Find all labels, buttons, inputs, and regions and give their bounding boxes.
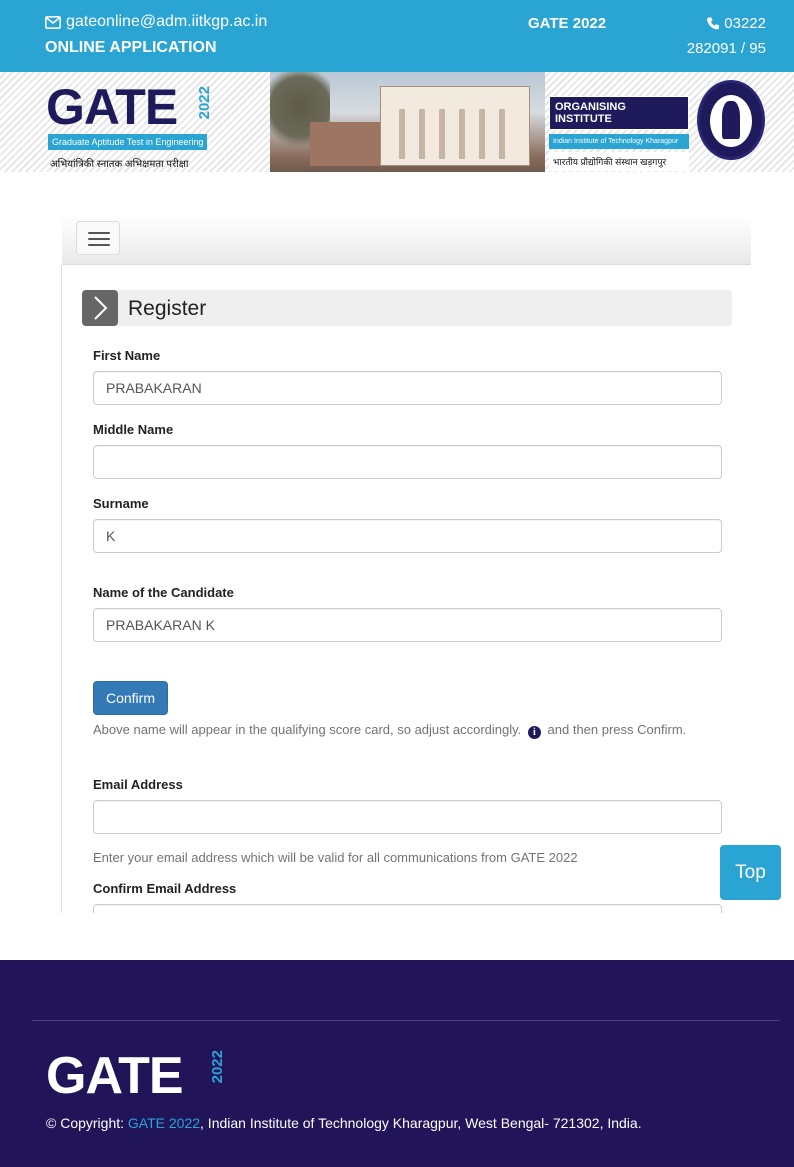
gate-logo-hindi: अभियांत्रिकी स्नातक अभिक्षमता परीक्षा	[50, 159, 189, 170]
middle-name-input[interactable]	[93, 445, 722, 479]
middle-name-label: Middle Name	[93, 422, 174, 437]
email-text[interactable]: gateonline@adm.iitkgp.ac.in	[66, 13, 267, 31]
back-to-top-button[interactable]: Top	[720, 845, 781, 900]
navbar	[62, 215, 751, 265]
gate-logo-subtitle: Graduate Aptitude Test in Engineering	[48, 134, 208, 150]
first-name-label: First Name	[93, 348, 161, 363]
email-help-text: Enter your email address which will be v…	[93, 850, 578, 865]
gate-logo-year: 2022	[196, 86, 213, 120]
online-application-label: ONLINE APPLICATION	[45, 39, 217, 56]
organising-institute-block: ORGANISING INSTITUTE Indian Institute of…	[549, 96, 689, 171]
register-header: Register	[82, 290, 732, 326]
confirm-email-input[interactable]	[93, 904, 722, 913]
copyright-text: © Copyright: GATE 2022, Indian Institute…	[46, 1115, 642, 1131]
surname-input[interactable]	[93, 519, 722, 553]
organising-label: ORGANISING INSTITUTE	[549, 96, 689, 130]
info-icon[interactable]: i	[527, 726, 541, 739]
confirm-button[interactable]: Confirm	[93, 681, 168, 715]
phone-icon	[707, 17, 720, 30]
phone-line-2: 282091 / 95	[686, 40, 766, 57]
copyright-link[interactable]: GATE 2022	[128, 1115, 200, 1131]
name-help-part1: Above name will appear in the qualifying…	[93, 722, 522, 737]
email-label: Email Address	[93, 777, 183, 792]
institute-name: Indian Institute of Technology Kharagpur	[549, 134, 689, 149]
chevron-right-icon	[82, 290, 118, 326]
top-bar: gateonline@adm.iitkgp.ac.in ONLINE APPLI…	[0, 0, 794, 72]
footer-divider	[32, 1020, 780, 1021]
email-input[interactable]	[93, 800, 722, 834]
surname-label: Surname	[93, 496, 149, 511]
confirm-email-label: Confirm Email Address	[93, 881, 237, 896]
footer-logo-text: GATE	[46, 1047, 184, 1105]
gate-logo: GATE 2022 Graduate Aptitude Test in Engi…	[46, 78, 216, 170]
name-help-part2: and then press Confirm.	[547, 722, 687, 737]
iit-kharagpur-seal-icon	[697, 80, 765, 160]
menu-toggle-button[interactable]	[76, 221, 120, 255]
header-banner: GATE 2022 Graduate Aptitude Test in Engi…	[0, 72, 794, 172]
envelope-icon	[45, 15, 61, 29]
gate-logo-text: GATE	[46, 79, 178, 135]
candidate-name-label: Name of the Candidate	[93, 585, 234, 600]
footer: GATE 2022 © Copyright: GATE 2022, Indian…	[0, 960, 794, 1167]
footer-logo-year: 2022	[209, 1050, 226, 1084]
first-name-input[interactable]	[93, 371, 722, 405]
hamburger-icon	[88, 232, 110, 234]
footer-gate-logo: GATE 2022	[46, 1046, 236, 1105]
copyright-prefix: © Copyright:	[46, 1115, 128, 1131]
institute-hindi: भारतीय प्रौद्योगिकी संस्थान खड़गपुर	[549, 152, 689, 171]
page-title: Register	[128, 297, 207, 320]
name-help-text: Above name will appear in the qualifying…	[93, 720, 713, 740]
registration-form-panel: Register First Name Middle Name Surname …	[61, 265, 751, 913]
phone-contact: 03222	[707, 15, 766, 32]
campus-building-image	[270, 72, 545, 172]
phone-line-1: 03222	[724, 15, 766, 32]
candidate-name-input[interactable]	[93, 608, 722, 642]
email-contact[interactable]: gateonline@adm.iitkgp.ac.in	[45, 13, 267, 31]
site-title: GATE 2022	[528, 15, 607, 32]
copyright-suffix: , Indian Institute of Technology Kharagp…	[200, 1115, 642, 1131]
